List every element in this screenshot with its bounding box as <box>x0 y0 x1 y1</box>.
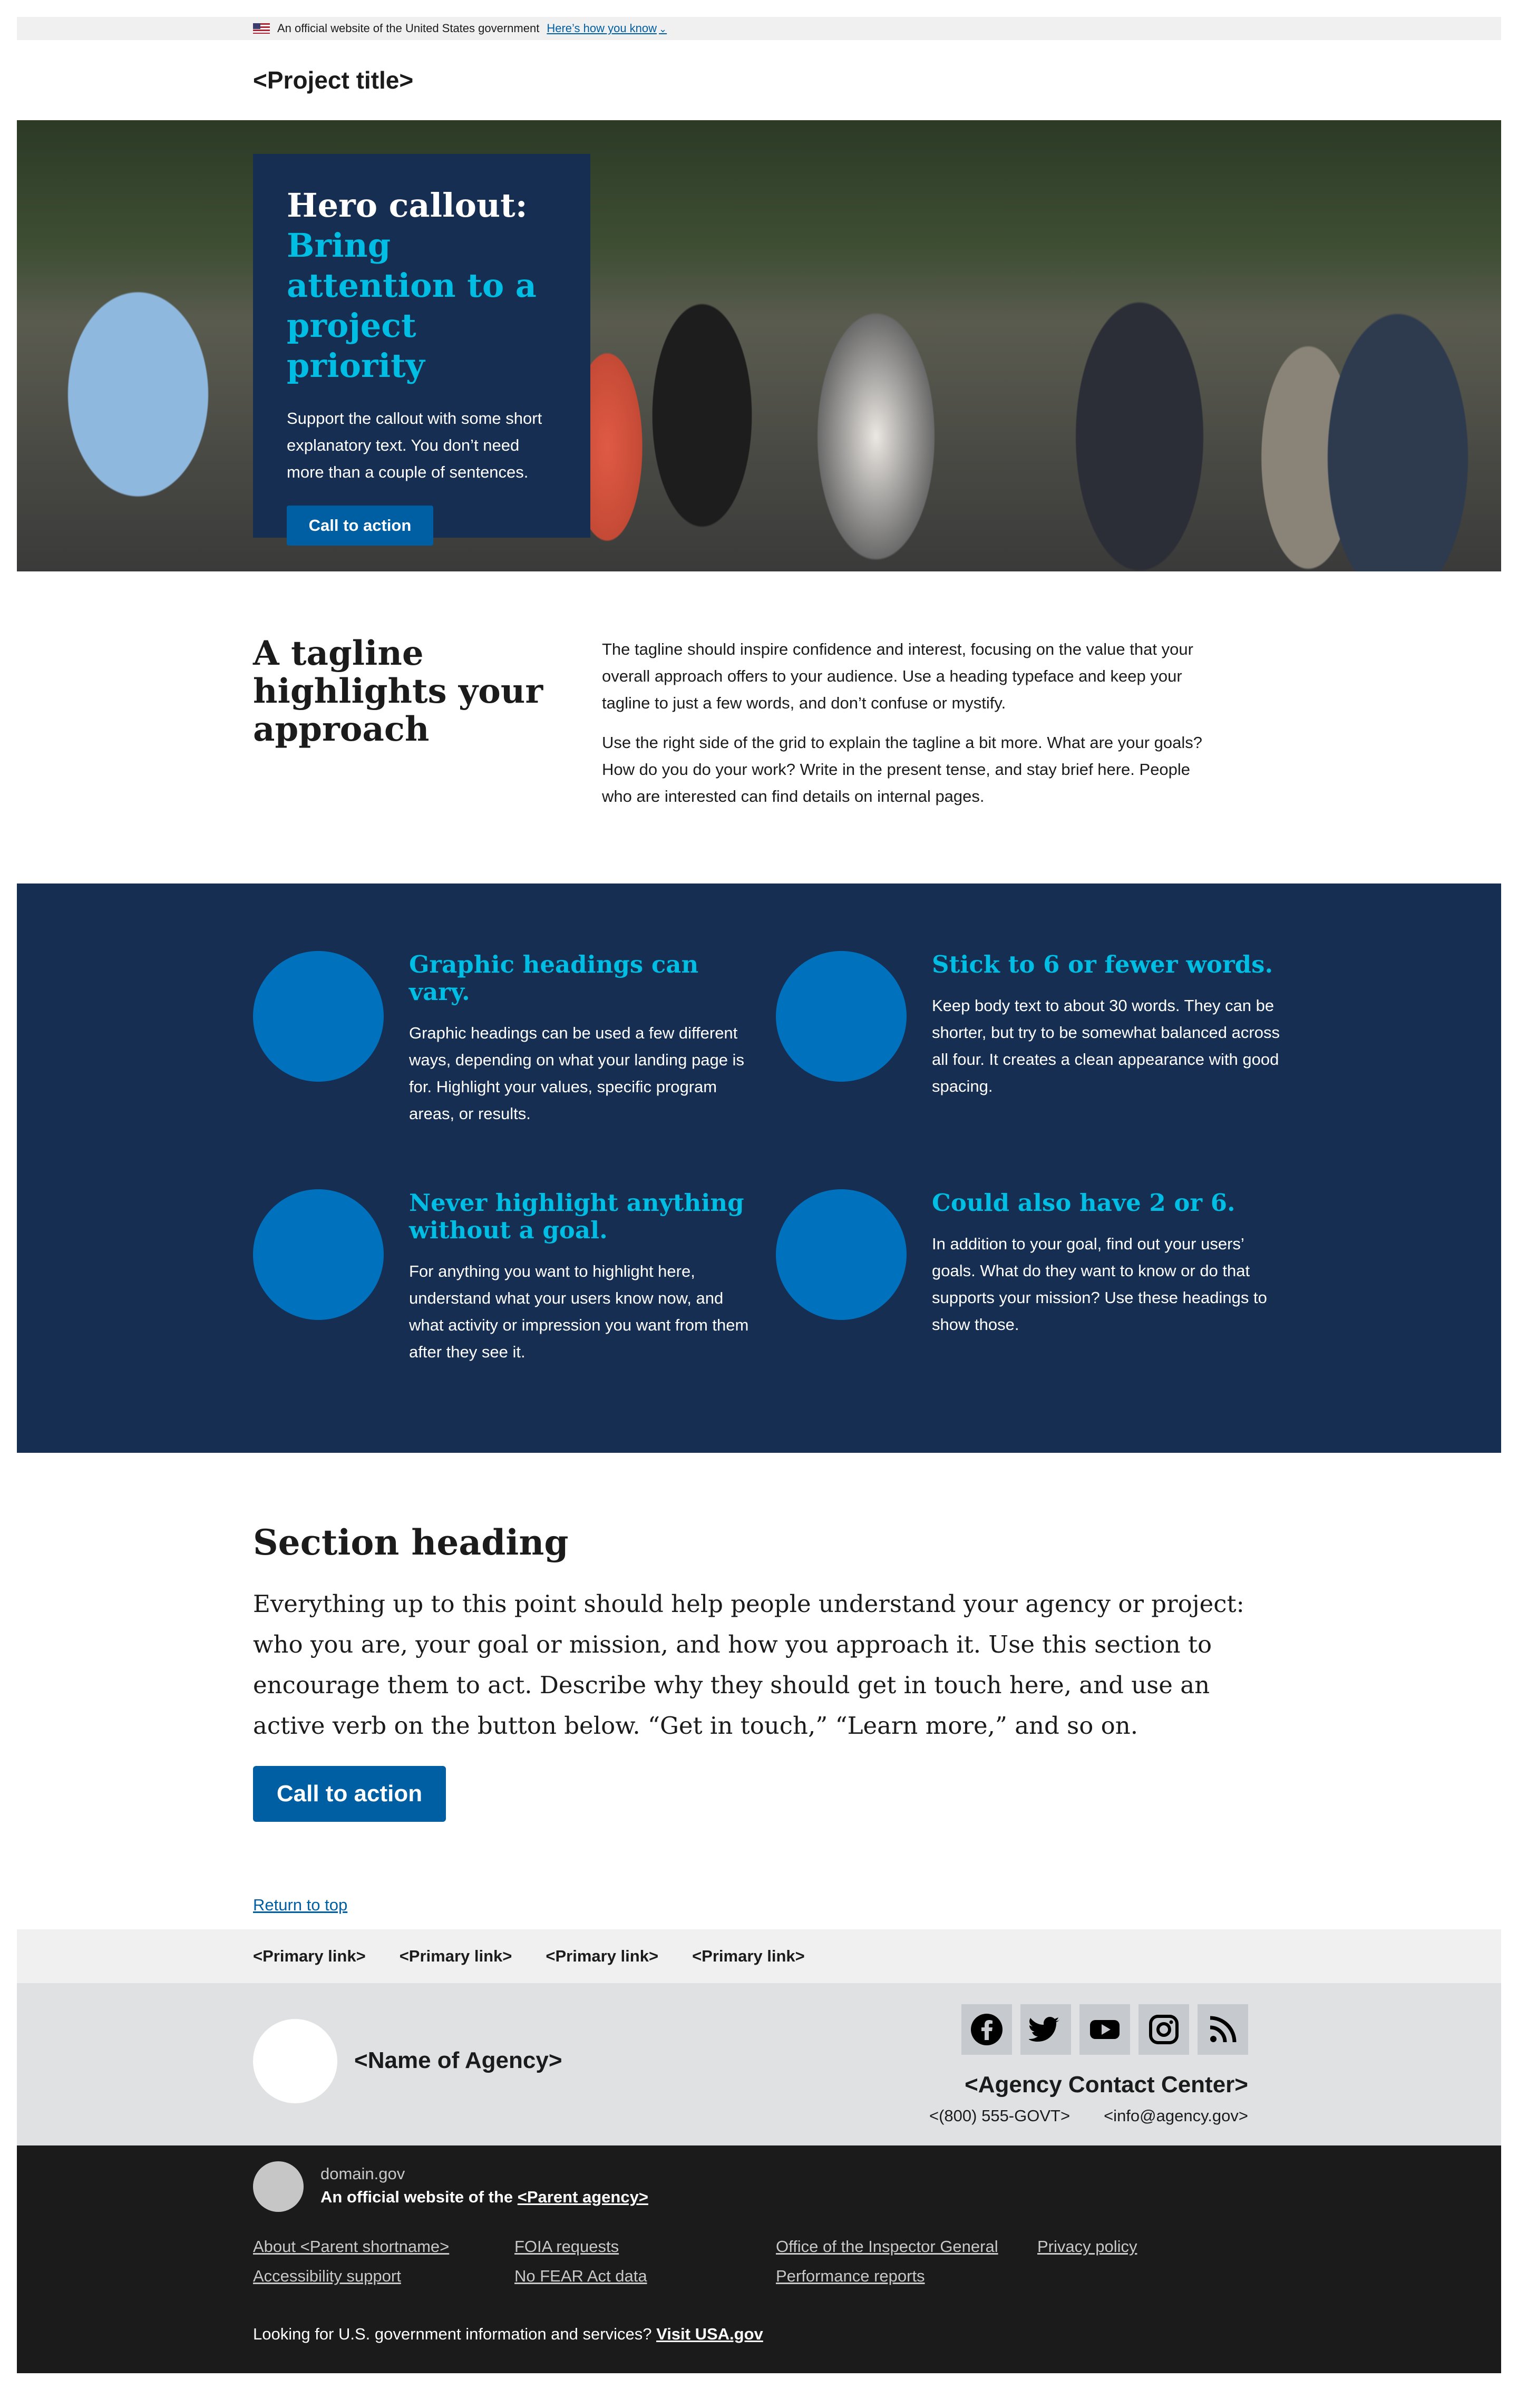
graphic-circle <box>253 1189 384 1320</box>
graphic-heading: Stick to 6 or fewer words. <box>932 950 1273 978</box>
graphic-circle <box>776 951 907 1082</box>
instagram-icon[interactable] <box>1138 2004 1189 2055</box>
footer-primary-link[interactable]: <Primary link> <box>400 1947 512 1966</box>
footer-primary-link[interactable]: <Primary link> <box>546 1947 658 1966</box>
gov-banner: An official website of the United States… <box>17 17 1501 40</box>
tagline-section: A tagline highlights your approach The t… <box>17 571 1501 883</box>
contact-email[interactable]: <info@agency.gov> <box>1104 2106 1248 2125</box>
social-links <box>961 2004 1248 2055</box>
hero-title-lead: Hero callout: <box>287 186 528 225</box>
usa-gov-prefix: Looking for U.S. government information … <box>253 2325 652 2343</box>
graphic-circle <box>776 1189 907 1320</box>
identifier-link-about[interactable]: About <Parent shortname> <box>253 2237 514 2256</box>
parent-agency-logo <box>253 2161 304 2212</box>
page: An official website of the United States… <box>17 17 1501 2373</box>
hero-title: Hero callout: Bring attention to a proje… <box>287 186 557 386</box>
identifier-link-oig[interactable]: Office of the Inspector General <box>776 2237 1037 2256</box>
parent-agency-link[interactable]: <Parent agency> <box>518 2188 648 2206</box>
identifier-link-performance[interactable]: Performance reports <box>776 2267 1037 2286</box>
chevron-down-icon: ⌄ <box>659 24 667 34</box>
project-title[interactable]: <Project title> <box>253 66 413 94</box>
return-to-top-link[interactable]: Return to top <box>253 1896 347 1915</box>
usa-gov-line: Looking for U.S. government information … <box>253 2325 763 2344</box>
hero-call-to-action-button[interactable]: Call to action <box>287 506 433 546</box>
contact-info: <(800) 555-GOVT> <info@agency.gov> <box>929 2106 1248 2125</box>
rss-icon[interactable] <box>1198 2004 1248 2055</box>
graphic-body: For anything you want to highlight here,… <box>409 1262 749 1361</box>
graphic-body: Keep body text to about 30 words. They c… <box>932 996 1280 1095</box>
graphic-heading: Never highlight anything without a goal. <box>409 1189 744 1244</box>
twitter-icon[interactable] <box>1020 2004 1071 2055</box>
tagline-heading: A tagline highlights your approach <box>253 634 543 749</box>
identifier: domain.gov An official website of the <P… <box>17 2145 1501 2373</box>
heres-how-you-know-link[interactable]: Here’s how you know ⌄ <box>547 22 667 35</box>
official-website-text: An official website of the United States… <box>277 22 540 35</box>
graphic-heading: Graphic headings can vary. <box>409 950 699 1006</box>
graphic-body: In addition to your goal, find out your … <box>932 1235 1267 1334</box>
hero: Hero callout: Bring attention to a proje… <box>17 120 1501 571</box>
identifier-link-privacy[interactable]: Privacy policy <box>1037 2237 1297 2256</box>
cta-section: Section heading Everything up to this po… <box>17 1453 1501 1929</box>
hero-callout: Hero callout: Bring attention to a proje… <box>253 154 590 546</box>
graphic-list: Graphic headings can vary. Graphic headi… <box>17 883 1501 1453</box>
facebook-icon[interactable] <box>961 2004 1012 2055</box>
footer-primary-link[interactable]: <Primary link> <box>692 1947 805 1966</box>
agency-name: <Name of Agency> <box>354 2047 562 2073</box>
contact-phone[interactable]: <(800) 555-GOVT> <box>929 2106 1070 2125</box>
section-heading: Section heading <box>253 1522 569 1563</box>
identifier-link-accessibility[interactable]: Accessibility support <box>253 2267 514 2286</box>
identifier-domain: domain.gov <box>320 2164 405 2183</box>
identifier-official-prefix: An official website of the <box>320 2188 513 2206</box>
agency-logo <box>253 2019 337 2103</box>
tagline-body: The tagline should inspire confidence an… <box>602 636 1213 810</box>
youtube-icon[interactable] <box>1079 2004 1130 2055</box>
graphic-circle <box>253 951 384 1082</box>
heres-how-you-know-label: Here’s how you know <box>547 22 657 35</box>
identifier-link-foia[interactable]: FOIA requests <box>514 2237 776 2256</box>
identifier-link-no-fear[interactable]: No FEAR Act data <box>514 2267 776 2286</box>
footer-primary-link[interactable]: <Primary link> <box>253 1947 366 1966</box>
section-body: Everything up to this point should help … <box>253 1590 1244 1740</box>
us-flag-icon <box>253 23 270 34</box>
agency-contact-center: <Agency Contact Center> <box>965 2072 1248 2098</box>
section-call-to-action-button[interactable]: Call to action <box>253 1766 446 1822</box>
site-header: <Project title> <box>17 40 1501 120</box>
footer-primary-nav: <Primary link> <Primary link> <Primary l… <box>17 1929 1501 1983</box>
identifier-links: About <Parent shortname> FOIA requests O… <box>253 2237 1297 2286</box>
footer-secondary: <Name of Agency> <Agency Contact Center>… <box>17 1983 1501 2145</box>
hero-text: Support the callout with some short expl… <box>287 409 542 481</box>
tagline-paragraph: Use the right side of the grid to explai… <box>602 733 1203 805</box>
graphic-body: Graphic headings can be used a few diffe… <box>409 1024 744 1123</box>
identifier-official-text: An official website of the <Parent agenc… <box>320 2188 648 2207</box>
visit-usa-gov-link[interactable]: Visit USA.gov <box>656 2325 763 2343</box>
hero-title-accent: Bring attention to a project priority <box>287 226 537 385</box>
tagline-paragraph: The tagline should inspire confidence an… <box>602 640 1193 712</box>
graphic-heading: Could also have 2 or 6. <box>932 1189 1235 1217</box>
